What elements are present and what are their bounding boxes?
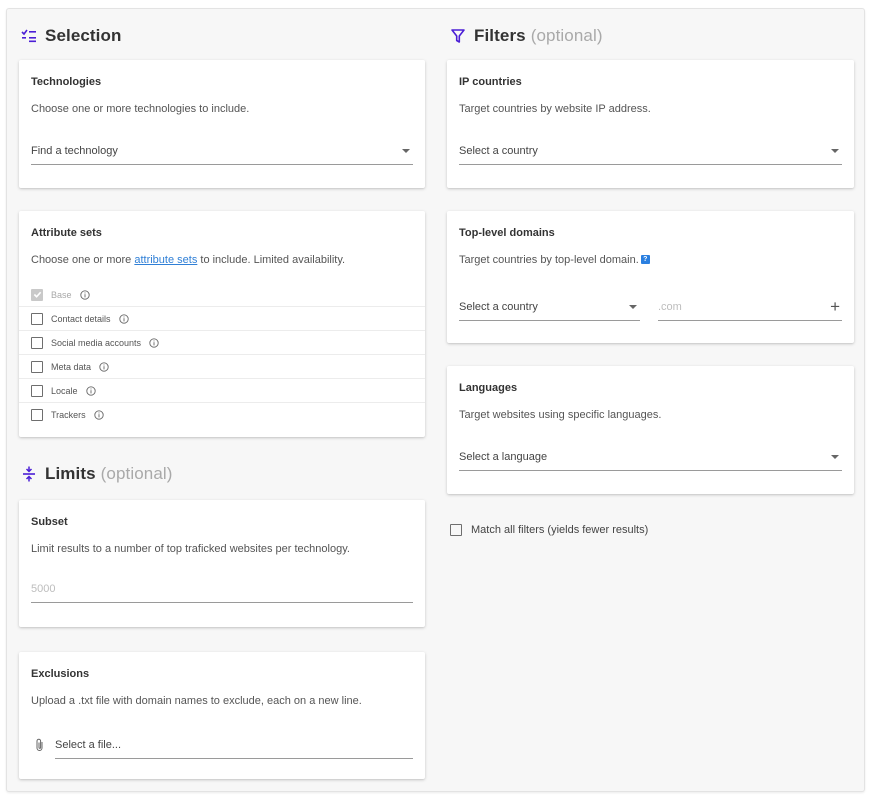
- attribute-sets-desc-after: to include. Limited availability.: [197, 254, 346, 266]
- language-select-label: Select a language: [459, 450, 548, 463]
- filters-title: Filters: [474, 26, 526, 45]
- chevron-down-icon: [831, 454, 839, 459]
- checkbox-contact-details[interactable]: [31, 312, 43, 325]
- attribute-item-locale[interactable]: Locale: [19, 379, 425, 403]
- tld-input-placeholder: .com: [658, 300, 682, 313]
- exclusions-description: Upload a .txt file with domain names to …: [31, 695, 362, 707]
- chevron-down-icon: [831, 148, 839, 153]
- chevron-down-icon: [629, 304, 637, 309]
- checkbox-social-media-accounts[interactable]: [31, 336, 43, 349]
- attribute-sets-list: Base Contact details Social media accoun…: [19, 283, 425, 427]
- attribute-sets-description: Choose one or more attribute sets to inc…: [31, 254, 413, 266]
- chevron-down-icon: [402, 148, 410, 153]
- attribute-item-base: Base: [19, 283, 425, 307]
- subset-placeholder: 5000: [31, 582, 56, 595]
- tld-description-wrap: Target countries by top-level domain.?: [459, 254, 842, 266]
- subset-title: Subset: [31, 516, 68, 528]
- checkbox-base: [31, 288, 43, 301]
- checkbox-locale[interactable]: [31, 384, 43, 397]
- attribute-item-trackers[interactable]: Trackers: [19, 403, 425, 427]
- ip-countries-card: IP countries Target countries by website…: [447, 60, 854, 188]
- filter-icon: [451, 29, 465, 43]
- info-icon: [79, 289, 90, 300]
- checkmark-icon: [33, 291, 41, 298]
- tld-input[interactable]: .com +: [658, 293, 842, 321]
- languages-title: Languages: [459, 382, 518, 394]
- info-icon[interactable]: [85, 385, 96, 396]
- technologies-title: Technologies: [31, 76, 102, 88]
- technology-select-label: Find a technology: [31, 144, 118, 157]
- attribute-item-meta-data[interactable]: Meta data: [19, 355, 425, 379]
- info-icon[interactable]: [99, 361, 109, 372]
- attribute-sets-card: Attribute sets Choose one or more attrib…: [19, 211, 425, 437]
- tld-card: Top-level domains Target countries by to…: [447, 211, 854, 343]
- paperclip-icon: [36, 738, 43, 751]
- limits-title: Limits: [45, 464, 96, 483]
- list-check-icon: [21, 29, 36, 43]
- attribute-sets-title: Attribute sets: [31, 227, 102, 239]
- attribute-item-label: Base: [51, 289, 72, 300]
- subset-card: Subset Limit results to a number of top …: [19, 500, 425, 627]
- filters-heading: Filters (optional): [450, 26, 603, 46]
- attribute-item-label: Meta data: [51, 361, 92, 372]
- attribute-item-label: Contact details: [51, 313, 111, 324]
- checkbox-trackers[interactable]: [31, 409, 43, 421]
- match-all-filters-row[interactable]: Match all filters (yields fewer results): [450, 524, 648, 536]
- tld-country-select[interactable]: Select a country: [459, 293, 640, 321]
- languages-card: Languages Target websites using specific…: [447, 366, 854, 494]
- tld-description: Target countries by top-level domain.: [459, 254, 639, 266]
- page-container: Selection Technologies Choose one or mor…: [6, 8, 865, 792]
- attribute-item-social-media-accounts[interactable]: Social media accounts: [19, 331, 425, 355]
- ip-countries-title: IP countries: [459, 76, 522, 88]
- selection-title: Selection: [45, 26, 122, 45]
- attribute-item-label: Trackers: [51, 410, 86, 420]
- exclusions-card: Exclusions Upload a .txt file with domai…: [19, 652, 425, 779]
- exclusions-title: Exclusions: [31, 668, 90, 680]
- technology-select[interactable]: Find a technology: [31, 137, 413, 165]
- tld-title: Top-level domains: [459, 227, 555, 239]
- tld-country-select-label: Select a country: [459, 300, 538, 313]
- attribute-sets-desc-before: Choose one or more: [31, 254, 135, 266]
- languages-description: Target websites using specific languages…: [459, 409, 662, 421]
- info-icon[interactable]: [94, 410, 104, 420]
- limits-heading: Limits (optional): [21, 464, 173, 484]
- attribute-sets-link[interactable]: attribute sets: [134, 254, 197, 266]
- ip-countries-description: Target countries by website IP address.: [459, 103, 651, 115]
- attribute-item-contact-details[interactable]: Contact details: [19, 307, 425, 331]
- match-all-label: Match all filters (yields fewer results): [471, 524, 649, 536]
- compress-icon: [23, 466, 35, 482]
- selection-heading: Selection: [21, 26, 121, 46]
- limits-optional-label: (optional): [100, 464, 173, 483]
- help-icon[interactable]: ?: [640, 255, 650, 264]
- filters-optional-label: (optional): [530, 26, 603, 45]
- match-all-checkbox[interactable]: [450, 524, 462, 536]
- subset-input[interactable]: 5000: [31, 575, 413, 603]
- ip-country-select-label: Select a country: [459, 144, 538, 157]
- technologies-description: Choose one or more technologies to inclu…: [31, 103, 250, 115]
- checkbox-meta-data[interactable]: [31, 360, 43, 373]
- exclusions-file-label: Select a file...: [55, 738, 122, 751]
- attribute-item-label: Social media accounts: [51, 337, 142, 348]
- info-icon[interactable]: [149, 337, 159, 348]
- plus-icon[interactable]: +: [830, 298, 840, 315]
- attribute-item-label: Locale: [51, 385, 78, 396]
- info-icon[interactable]: [118, 313, 129, 324]
- subset-description: Limit results to a number of top trafick…: [31, 543, 350, 555]
- exclusions-file-input[interactable]: Select a file...: [55, 731, 413, 759]
- technologies-card: Technologies Choose one or more technolo…: [19, 60, 425, 188]
- ip-country-select[interactable]: Select a country: [459, 137, 842, 165]
- language-select[interactable]: Select a language: [459, 443, 842, 471]
